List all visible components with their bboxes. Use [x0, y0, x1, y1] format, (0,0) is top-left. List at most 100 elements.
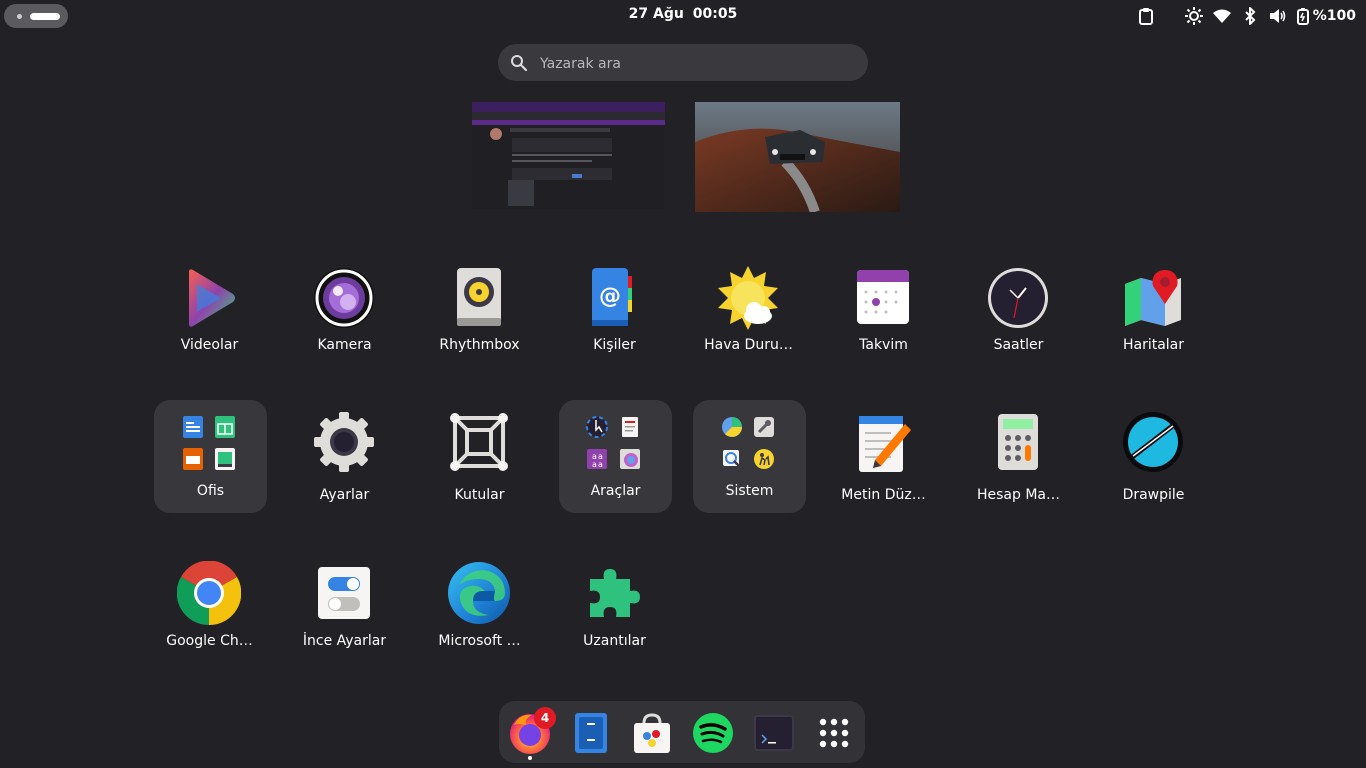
maps-icon — [1125, 270, 1181, 326]
app-kutular[interactable]: Kutular — [422, 404, 537, 519]
rhythmbox-icon — [457, 268, 501, 326]
image-viewer-icon — [620, 449, 640, 469]
folder-label: Araçlar — [590, 483, 641, 499]
clocks-icon — [988, 268, 1048, 328]
parental-controls-icon — [754, 449, 774, 469]
app-label: Hava Duru… — [704, 337, 793, 353]
calculator-icon — [998, 414, 1038, 470]
svg-text:a: a — [598, 460, 603, 469]
svg-text:@: @ — [599, 284, 621, 309]
document-viewer-icon — [622, 417, 638, 437]
draw-icon — [215, 448, 235, 470]
folder-label: Sistem — [725, 483, 774, 499]
app-google-chrome[interactable]: Google Ch… — [152, 553, 267, 668]
files-icon[interactable] — [569, 711, 613, 755]
system-monitor-icon — [754, 417, 774, 437]
volume-icon[interactable] — [1267, 5, 1289, 27]
search-bar[interactable] — [498, 44, 868, 81]
running-indicator — [528, 756, 532, 760]
folder-label: Ofis — [196, 483, 225, 499]
app-label: Haritalar — [1122, 337, 1185, 353]
show-apps-icon[interactable] — [812, 711, 856, 755]
app-label: Drawpile — [1122, 487, 1185, 503]
app-label: Takvim — [859, 337, 908, 353]
app-label: Kutular — [454, 487, 505, 503]
notification-badge: 4 — [534, 707, 556, 729]
app-rhythmbox[interactable]: Rhythmbox — [422, 256, 537, 371]
clipboard-icon[interactable] — [1135, 5, 1157, 27]
extensions-icon — [590, 569, 640, 617]
impress-icon — [183, 448, 203, 470]
workspace-active-pill — [30, 13, 60, 20]
folder-araclar[interactable]: aaaa Araçlar — [559, 400, 672, 513]
brightness-icon[interactable] — [1183, 5, 1205, 27]
text-editor-icon — [859, 416, 911, 472]
logs-icon — [723, 450, 741, 468]
disk-usage-icon — [722, 417, 742, 437]
characters-icon: a aa a — [587, 449, 607, 469]
search-icon — [511, 55, 528, 72]
system-tray[interactable]: %100 — [1129, 5, 1356, 27]
edge-icon — [448, 562, 510, 624]
app-label: Saatler — [993, 337, 1044, 353]
bluetooth-icon[interactable] — [1239, 5, 1261, 27]
app-label: Metin Düz… — [841, 487, 926, 503]
app-microsoft-edge[interactable]: Microsoft … — [422, 553, 537, 668]
app-saatler[interactable]: Saatler — [961, 256, 1076, 371]
app-kamera[interactable]: Kamera — [287, 256, 402, 371]
videos-icon — [189, 269, 235, 327]
calendar-icon — [857, 270, 909, 324]
tweaks-icon — [318, 567, 370, 619]
spotify-icon[interactable] — [691, 711, 735, 755]
calc-icon — [215, 416, 235, 438]
workspace-thumbnail-1[interactable] — [472, 102, 665, 209]
folder-sistem[interactable]: Sistem — [693, 400, 806, 513]
app-label: Kişiler — [593, 337, 636, 353]
folder-ofis[interactable]: Ofis — [154, 400, 267, 513]
wifi-icon[interactable] — [1211, 5, 1233, 27]
search-input[interactable] — [538, 50, 852, 77]
activities-button[interactable] — [4, 4, 68, 28]
top-bar: 27 Ağu 00:05 %100 — [0, 0, 1366, 32]
app-haritalar[interactable]: Haritalar — [1096, 256, 1211, 371]
terminal-icon[interactable] — [752, 711, 796, 755]
clock-date: 27 Ağu — [628, 6, 684, 22]
app-label: İnce Ayarlar — [302, 633, 387, 649]
workspace-dot — [17, 14, 22, 19]
app-label: Ayarlar — [319, 487, 370, 503]
app-hesap-makinesi[interactable]: Hesap Ma… — [961, 404, 1076, 519]
app-label: Videolar — [180, 337, 239, 353]
workspace-thumbnail-2[interactable] — [695, 102, 900, 212]
software-icon[interactable] — [630, 711, 674, 755]
app-uzantilar[interactable]: Uzantılar — [557, 553, 672, 668]
app-drawpile[interactable]: Drawpile — [1096, 404, 1211, 519]
screenshot-icon — [586, 416, 608, 438]
app-label: Rhythmbox — [439, 337, 520, 353]
chrome-icon — [177, 561, 241, 625]
boxes-icon — [450, 413, 508, 471]
app-takvim[interactable]: Takvim — [826, 256, 941, 371]
svg-text:a: a — [592, 460, 597, 469]
app-label: Hesap Ma… — [976, 487, 1060, 503]
app-label: Google Ch… — [166, 633, 253, 649]
camera-icon — [314, 268, 374, 328]
dock — [499, 701, 865, 763]
writer-icon — [183, 416, 203, 438]
battery-icon[interactable] — [1295, 5, 1311, 27]
drawpile-icon — [1123, 412, 1183, 472]
app-ayarlar[interactable]: Ayarlar — [287, 404, 402, 519]
clock-button[interactable]: 27 Ağu 00:05 — [583, 6, 783, 22]
weather-icon — [718, 266, 778, 330]
contacts-icon: @ — [592, 268, 632, 326]
app-label: Kamera — [317, 337, 372, 353]
app-ince-ayarlar[interactable]: İnce Ayarlar — [287, 553, 402, 668]
settings-icon — [314, 412, 374, 472]
app-label: Microsoft … — [438, 633, 521, 649]
app-hava-durumu[interactable]: Hava Duru… — [691, 256, 806, 371]
app-label: Uzantılar — [583, 633, 646, 649]
app-videolar[interactable]: Videolar — [152, 256, 267, 371]
app-kisiler[interactable]: @ Kişiler — [557, 256, 672, 371]
battery-percentage: %100 — [1312, 8, 1356, 24]
app-metin-duzenleyici[interactable]: Metin Düz… — [826, 404, 941, 519]
clock-time: 00:05 — [692, 6, 738, 22]
